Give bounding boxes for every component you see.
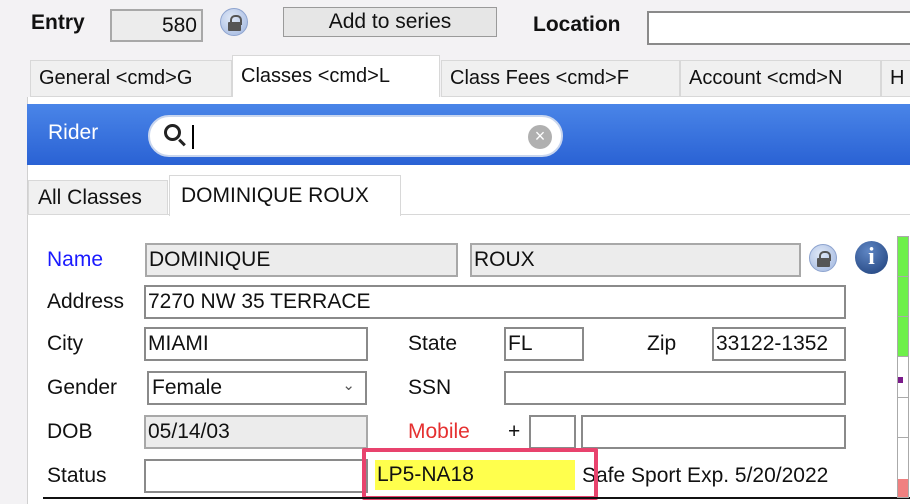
state-label: State <box>408 332 458 355</box>
mobile-country-code-field[interactable] <box>529 415 576 449</box>
mobile-plus: + <box>508 420 521 443</box>
first-name-field[interactable]: DOMINIQUE <box>145 243 458 277</box>
address-field[interactable]: 7270 NW 35 TERRACE <box>144 285 846 319</box>
section-divider <box>43 497 910 499</box>
annotation-highlight-box <box>362 448 598 500</box>
entry-number-field[interactable]: 580 <box>110 9 203 42</box>
zip-field[interactable]: 33122-1352 <box>712 327 846 361</box>
status-cell <box>898 237 908 277</box>
status-cell <box>898 317 908 357</box>
status-cell-divider <box>898 397 908 398</box>
gender-label: Gender <box>47 376 118 399</box>
lock-icon[interactable] <box>220 8 248 36</box>
add-to-series-button[interactable]: Add to series <box>283 7 497 37</box>
info-icon[interactable]: i <box>855 241 888 274</box>
clear-search-icon[interactable]: × <box>528 125 552 149</box>
subtab-all-classes[interactable]: All Classes <box>28 180 168 215</box>
dob-field[interactable]: 05/14/03 <box>144 415 368 449</box>
entry-label: Entry <box>31 11 85 34</box>
safe-sport-expiry: Safe Sport Exp. 5/20/2022 <box>582 464 829 487</box>
name-label[interactable]: Name <box>47 246 103 274</box>
status-strip <box>897 236 909 498</box>
last-name-field[interactable]: ROUX <box>470 243 801 277</box>
name-lock-icon[interactable] <box>809 244 837 272</box>
state-field[interactable]: FL <box>504 327 584 361</box>
zip-label: Zip <box>647 332 677 355</box>
tab-general[interactable]: General <cmd>G <box>30 60 232 97</box>
rider-label: Rider <box>48 121 99 144</box>
subtab-rider[interactable]: DOMINIQUE ROUX <box>169 175 401 216</box>
city-label: City <box>47 332 84 355</box>
status-marker <box>898 377 903 383</box>
status-label: Status <box>47 464 107 487</box>
status-cell-divider <box>898 437 908 438</box>
ssn-field[interactable] <box>504 371 846 405</box>
dob-label: DOB <box>47 420 93 443</box>
tab-account[interactable]: Account <cmd>N <box>680 60 881 97</box>
location-field[interactable] <box>647 11 910 45</box>
address-label: Address <box>47 290 125 313</box>
tab-class-fees[interactable]: Class Fees <cmd>F <box>441 60 680 97</box>
search-icon-handle <box>178 138 186 147</box>
ssn-label: SSN <box>408 376 452 399</box>
chevron-down-icon: ⌄ <box>342 377 355 394</box>
mobile-number-field[interactable] <box>581 415 846 449</box>
location-label: Location <box>533 13 621 36</box>
text-cursor <box>192 125 194 149</box>
gender-value: Female <box>152 376 223 399</box>
tab-classes[interactable]: Classes <cmd>L <box>232 55 440 98</box>
rider-bar: Rider × <box>27 104 910 165</box>
status-cell <box>898 479 908 497</box>
status-field[interactable] <box>144 459 368 493</box>
gender-select[interactable]: Female ⌄ <box>147 371 367 405</box>
status-cell <box>898 277 908 317</box>
city-field[interactable]: MIAMI <box>144 327 368 361</box>
tab-h[interactable]: H <box>881 60 910 97</box>
mobile-label[interactable]: Mobile <box>408 418 470 446</box>
rider-search-input[interactable]: × <box>148 115 563 157</box>
